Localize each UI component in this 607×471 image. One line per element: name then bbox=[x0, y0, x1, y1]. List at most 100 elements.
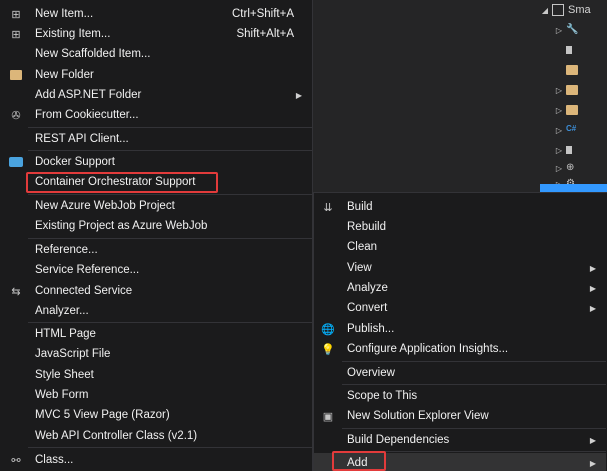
menu-item-javascript-file[interactable]: JavaScript File bbox=[0, 344, 312, 364]
menu-item-build[interactable]: ⇊ Build bbox=[314, 197, 606, 217]
menu-item-label: Overview bbox=[347, 367, 395, 379]
menu-item-connected-service[interactable]: ⇆ Connected Service bbox=[0, 281, 312, 301]
tree-row[interactable]: ▷ bbox=[554, 100, 607, 120]
menu-item-web-api-controller-class[interactable]: Web API Controller Class (v2.1) bbox=[0, 426, 312, 446]
expander-icon[interactable]: ▷ bbox=[554, 86, 564, 95]
existing-item-icon: ⊞ bbox=[11, 28, 21, 41]
selected-project-row[interactable] bbox=[540, 184, 607, 192]
expander-icon[interactable]: ▷ bbox=[554, 146, 564, 155]
folder-icon bbox=[8, 67, 24, 83]
menu-item-from-cookiecutter[interactable]: ✇ From Cookiecutter... bbox=[0, 105, 312, 125]
menu-item-label: Convert bbox=[347, 302, 388, 314]
highlight-box-add bbox=[332, 451, 386, 471]
expander-icon[interactable]: ▷ bbox=[554, 26, 564, 35]
menu-item-label: New Item... bbox=[35, 8, 94, 20]
menu-item-label: Rebuild bbox=[347, 221, 386, 233]
submenu-arrow-icon: ▶ bbox=[589, 283, 596, 293]
menu-item-label: Reference... bbox=[35, 244, 98, 256]
menu-item-label: New Folder bbox=[35, 69, 94, 81]
menu-item-publish[interactable]: 🌐 Publish... bbox=[314, 319, 606, 339]
menu-item-analyze[interactable]: Analyze ▶ bbox=[314, 278, 606, 298]
menu-item-label: Add ASP.NET Folder bbox=[35, 89, 142, 101]
menu-item-new-item[interactable]: ⊞ New Item... Ctrl+Shift+A bbox=[0, 4, 312, 24]
tree-row[interactable] bbox=[564, 60, 607, 80]
menu-item-label: Build bbox=[347, 201, 373, 213]
menu-item-label: Configure Application Insights... bbox=[347, 343, 509, 355]
expander-icon[interactable]: ▷ bbox=[554, 126, 564, 135]
menu-item-shortcut: Ctrl+Shift+A bbox=[232, 8, 294, 20]
submenu-arrow-icon: ▶ bbox=[589, 435, 596, 445]
tree-row[interactable]: ▷ 🔧 bbox=[554, 20, 607, 40]
highlight-box-container-orchestrator bbox=[26, 172, 218, 193]
menu-item-add-aspnet-folder[interactable]: Add ASP.NET Folder ▶ bbox=[0, 85, 312, 105]
menu-item-label: Scope to This bbox=[347, 390, 418, 402]
solution-root-label: Sma bbox=[568, 4, 591, 16]
tree-row[interactable]: ▷ bbox=[554, 80, 607, 100]
menu-separator bbox=[342, 361, 606, 362]
file-icon bbox=[566, 46, 572, 54]
menu-item-existing-project-as-azure-webjob[interactable]: Existing Project as Azure WebJob bbox=[0, 216, 312, 236]
menu-item-new-solution-explorer-view[interactable]: ▣ New Solution Explorer View bbox=[314, 406, 606, 426]
menu-separator bbox=[28, 447, 312, 448]
folder-icon bbox=[566, 65, 578, 75]
tree-row[interactable]: ▷ C# bbox=[554, 120, 607, 140]
class-icon: ⚯ bbox=[11, 454, 21, 467]
menu-item-build-dependencies[interactable]: Build Dependencies ▶ bbox=[314, 430, 606, 450]
new-view-icon: ▣ bbox=[322, 410, 334, 423]
expander-icon[interactable]: ▷ bbox=[554, 164, 564, 173]
menu-item-label: Connected Service bbox=[35, 285, 133, 297]
docker-icon bbox=[8, 154, 24, 170]
menu-item-docker-support[interactable]: Docker Support bbox=[0, 152, 312, 172]
menu-separator bbox=[28, 238, 312, 239]
menu-item-label: View bbox=[347, 262, 372, 274]
menu-item-label: Analyzer... bbox=[35, 305, 89, 317]
folder-icon bbox=[566, 85, 578, 95]
menu-item-label: Clean bbox=[347, 241, 378, 253]
menu-item-existing-item[interactable]: ⊞ Existing Item... Shift+Alt+A bbox=[0, 24, 312, 44]
menu-item-label: MVC 5 View Page (Razor) bbox=[35, 409, 170, 421]
submenu-arrow-icon: ▶ bbox=[589, 458, 596, 468]
expander-icon[interactable]: ▷ bbox=[554, 106, 564, 115]
menu-item-reference[interactable]: Reference... bbox=[0, 240, 312, 260]
solution-root-row[interactable]: ◢ Sma bbox=[540, 0, 607, 20]
menu-item-new-azure-webjob-project[interactable]: New Azure WebJob Project bbox=[0, 196, 312, 216]
menu-item-mvc5-view-page[interactable]: MVC 5 View Page (Razor) bbox=[0, 405, 312, 425]
menu-item-clean[interactable]: Clean bbox=[314, 237, 606, 257]
menu-item-analyzer[interactable]: Analyzer... bbox=[0, 301, 312, 321]
tree-row[interactable] bbox=[564, 40, 607, 60]
menu-item-convert[interactable]: Convert ▶ bbox=[314, 298, 606, 318]
menu-item-new-scaffolded-item[interactable]: New Scaffolded Item... bbox=[0, 44, 312, 64]
menu-item-label: Service Reference... bbox=[35, 264, 140, 276]
menu-item-html-page[interactable]: HTML Page bbox=[0, 324, 312, 344]
menu-item-label: New Scaffolded Item... bbox=[35, 48, 151, 60]
menu-item-new-folder[interactable]: New Folder bbox=[0, 65, 312, 85]
folder-icon bbox=[566, 105, 578, 115]
menu-separator bbox=[342, 428, 606, 429]
menu-item-shortcut: Shift+Alt+A bbox=[236, 28, 294, 40]
submenu-arrow-icon: ▶ bbox=[589, 303, 596, 313]
wrench-icon: 🔧 bbox=[566, 24, 579, 35]
expander-icon[interactable]: ◢ bbox=[540, 6, 550, 15]
menu-item-rebuild[interactable]: Rebuild bbox=[314, 217, 606, 237]
submenu-arrow-icon: ▶ bbox=[295, 90, 302, 100]
globe-icon: 🌐 bbox=[321, 323, 335, 336]
menu-separator bbox=[342, 384, 606, 385]
connected-service-icon: ⇆ bbox=[11, 285, 21, 298]
menu-item-label: Publish... bbox=[347, 323, 395, 335]
menu-item-configure-application-insights[interactable]: 💡 Configure Application Insights... bbox=[314, 339, 606, 359]
menu-item-label: REST API Client... bbox=[35, 133, 129, 145]
cookiecutter-icon: ✇ bbox=[11, 109, 21, 122]
globe-icon: ⊕ bbox=[566, 162, 575, 173]
menu-item-style-sheet[interactable]: Style Sheet bbox=[0, 365, 312, 385]
project-context-menu: ⇊ Build Rebuild Clean View ▶ Analyze ▶ C… bbox=[313, 192, 607, 471]
menu-item-rest-api-client[interactable]: REST API Client... bbox=[0, 129, 312, 149]
menu-item-web-form[interactable]: Web Form bbox=[0, 385, 312, 405]
menu-item-label: Web Form bbox=[35, 389, 89, 401]
menu-item-class[interactable]: ⚯ Class... bbox=[0, 450, 312, 470]
menu-item-view[interactable]: View ▶ bbox=[314, 258, 606, 278]
menu-item-label: From Cookiecutter... bbox=[35, 109, 139, 121]
tree-row[interactable]: ▷ bbox=[554, 140, 607, 160]
menu-item-overview[interactable]: Overview bbox=[314, 363, 606, 383]
menu-item-scope-to-this[interactable]: Scope to This bbox=[314, 386, 606, 406]
menu-item-service-reference[interactable]: Service Reference... bbox=[0, 260, 312, 280]
